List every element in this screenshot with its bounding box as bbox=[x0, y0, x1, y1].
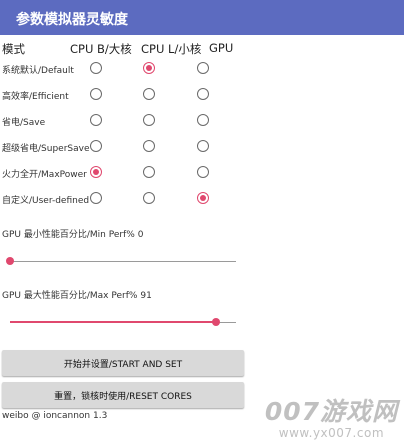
app-title: 参数模拟器灵敏度 bbox=[16, 12, 128, 28]
gpu-min-perf-value: 0 bbox=[137, 230, 144, 240]
watermark-url: www.yx007.com bbox=[278, 426, 385, 440]
radio-cpu-little-row-6[interactable] bbox=[143, 192, 155, 204]
gpu-min-perf-slider[interactable] bbox=[6, 255, 236, 269]
slider-fill bbox=[10, 321, 216, 323]
radio-cpu-little-row-5[interactable] bbox=[143, 166, 155, 178]
column-header-cpu-big: CPU B/大核 bbox=[70, 42, 132, 56]
mode-row-label: 火力全开/MaxPower bbox=[2, 170, 87, 180]
mode-row-label: 超级省电/SuperSave bbox=[2, 144, 90, 154]
mode-column-header: 模式 bbox=[2, 42, 25, 56]
reset-cores-button[interactable]: 重置，锁核时使用/RESET CORES bbox=[2, 382, 244, 408]
radio-cpu-big-row-4[interactable] bbox=[90, 140, 102, 152]
radio-cpu-little-row-4[interactable] bbox=[143, 140, 155, 152]
radio-gpu-row-2[interactable] bbox=[197, 88, 209, 100]
slider-track bbox=[10, 261, 236, 262]
mode-row-label: 高效率/Efficient bbox=[2, 92, 69, 102]
radio-cpu-big-row-2[interactable] bbox=[90, 88, 102, 100]
watermark-main: 007游戏网 bbox=[264, 397, 398, 426]
mode-row-label: 自定义/User-defined bbox=[2, 196, 90, 206]
site-watermark: 007游戏网 www.yx007.com bbox=[265, 392, 398, 440]
radio-cpu-big-row-1[interactable] bbox=[90, 62, 102, 74]
gpu-min-perf-label: GPU 最小性能百分比/Min Perf% 0 bbox=[2, 227, 144, 240]
radio-gpu-row-3[interactable] bbox=[197, 114, 209, 126]
footer-credit: weibo @ ioncannon 1.3 bbox=[2, 411, 108, 421]
radio-cpu-little-row-3[interactable] bbox=[143, 114, 155, 126]
column-header-cpu-little: CPU L/小核 bbox=[141, 42, 202, 56]
radio-cpu-big-row-6[interactable] bbox=[90, 192, 102, 204]
app-bar: 参数模拟器灵敏度 bbox=[0, 0, 404, 35]
radio-gpu-row-1[interactable] bbox=[197, 62, 209, 74]
gpu-max-perf-value: 91 bbox=[140, 291, 152, 301]
gpu-min-perf-text: GPU 最小性能百分比/Min Perf% bbox=[2, 230, 135, 240]
slider-thumb[interactable] bbox=[211, 318, 220, 326]
radio-cpu-little-row-1[interactable] bbox=[143, 62, 155, 74]
radio-cpu-little-row-2[interactable] bbox=[143, 88, 155, 100]
column-header-gpu: GPU bbox=[209, 41, 234, 55]
radio-cpu-big-row-3[interactable] bbox=[90, 114, 102, 126]
radio-cpu-big-row-5[interactable] bbox=[90, 166, 102, 178]
mode-row-label: 省电/Save bbox=[2, 118, 46, 128]
mode-row-label: 系统默认/Default bbox=[2, 66, 74, 76]
start-and-set-button[interactable]: 开始并设置/START AND SET bbox=[2, 350, 244, 376]
gpu-max-perf-label: GPU 最大性能百分比/Max Perf% 91 bbox=[2, 288, 152, 301]
radio-gpu-row-4[interactable] bbox=[197, 140, 209, 152]
gpu-max-perf-slider[interactable] bbox=[10, 316, 236, 330]
slider-thumb[interactable] bbox=[6, 257, 14, 265]
radio-gpu-row-5[interactable] bbox=[197, 166, 209, 178]
radio-gpu-row-6[interactable] bbox=[197, 192, 209, 204]
gpu-max-perf-text: GPU 最大性能百分比/Max Perf% bbox=[2, 291, 138, 301]
